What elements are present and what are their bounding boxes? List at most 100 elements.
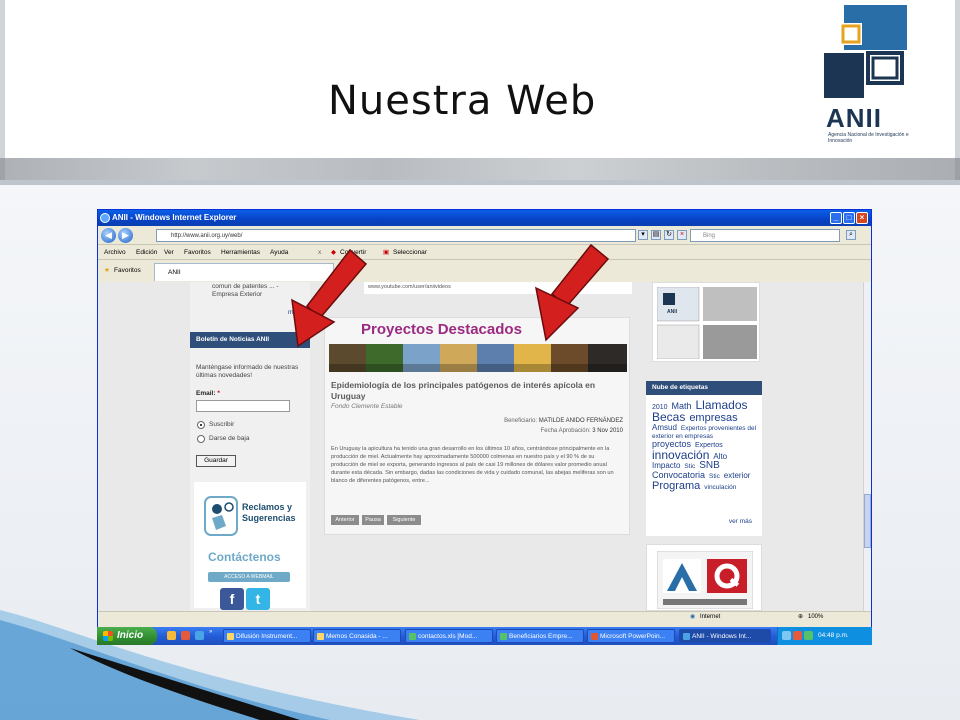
browser-window: ANII - Windows Internet Explorer _ □ × ◀…: [97, 209, 872, 645]
tray-security-icon[interactable]: [793, 631, 802, 640]
forward-icon[interactable]: ▶: [118, 228, 133, 243]
facebook-icon[interactable]: f: [220, 588, 244, 610]
tab-label: ANII: [168, 269, 181, 276]
previous-button[interactable]: Anterior: [331, 515, 359, 525]
search-input[interactable]: Bing: [690, 229, 840, 242]
tag-link[interactable]: Amsud: [652, 423, 677, 432]
quicklaunch-explorer-icon[interactable]: [167, 631, 176, 640]
right-column: ANII Nube de etiquetas 2010 Math Llamado…: [646, 282, 766, 611]
partner-logo-box[interactable]: [646, 544, 762, 611]
save-button[interactable]: Guardar: [196, 455, 236, 467]
email-field[interactable]: [196, 400, 290, 412]
webmail-button[interactable]: ACCESO A WEBMAIL: [208, 572, 290, 582]
logo-block-inner: [871, 56, 899, 80]
taskbar-item-label: Memos Conasida - ...: [326, 633, 388, 640]
menu-ver[interactable]: Ver: [164, 245, 174, 260]
left-column: comun de patentes ... - Empresa Exterior…: [190, 282, 310, 611]
taskbar-item-active[interactable]: ANII - Windows Int...: [679, 629, 771, 643]
newsletter-heading: Boletín de Noticias ANII: [190, 332, 310, 348]
reclamos-label: Reclamos y Sugerencias: [242, 502, 296, 523]
tag-link[interactable]: vinculación: [704, 484, 736, 491]
search-icon[interactable]: ⌕: [846, 230, 856, 240]
url-input[interactable]: http://www.anii.org.uy/web/: [156, 229, 636, 242]
pause-button[interactable]: Pausa: [362, 515, 384, 525]
back-icon[interactable]: ◀: [101, 228, 116, 243]
taskbar-item[interactable]: contactos.xls [Mod...: [405, 629, 493, 643]
menu-close-icon[interactable]: x: [318, 245, 321, 260]
quicklaunch-more-icon[interactable]: »: [209, 629, 212, 635]
quicklaunch-browser-icon[interactable]: [181, 631, 190, 640]
ie-icon: [100, 213, 110, 223]
email-label-text: Email:: [196, 390, 216, 397]
stop-icon[interactable]: ×: [677, 230, 687, 240]
taskbar-item-label: Beneficiarios Empre...: [509, 633, 573, 640]
taskbar-item[interactable]: Memos Conasida - ...: [313, 629, 401, 643]
publication-thumbnails[interactable]: ANII: [652, 282, 760, 362]
menu-ayuda[interactable]: Ayuda: [270, 245, 288, 260]
menu-herramientas[interactable]: Herramientas: [221, 245, 260, 260]
tag-link[interactable]: Stic: [684, 463, 695, 470]
youtube-link[interactable]: www.youtube.com/user/aniivideos: [364, 282, 632, 294]
compat-icon[interactable]: ▤: [651, 230, 661, 240]
partner-logo: [657, 551, 753, 609]
page-scrollbar[interactable]: [863, 282, 871, 611]
close-icon[interactable]: ×: [856, 212, 868, 224]
taskbar-item-icon: [591, 633, 598, 640]
tag-link[interactable]: Convocatoria: [652, 470, 705, 480]
taskbar-item[interactable]: Microsoft PowerPoin...: [587, 629, 675, 643]
tab-anii[interactable]: ANII: [154, 263, 334, 281]
dropdown-icon[interactable]: ▾: [638, 230, 648, 240]
tag-link[interactable]: exterior: [724, 471, 751, 480]
project-title[interactable]: Epidemiología de los principales patógen…: [331, 380, 625, 402]
star-icon: ★: [104, 267, 110, 274]
project-photo-strip: [329, 344, 627, 372]
logo-subtitle: Agencia Nacional de Investigación e Inno…: [828, 132, 909, 144]
tag-link[interactable]: Becas: [652, 410, 685, 424]
tag-link[interactable]: Programa: [652, 480, 700, 492]
window-titlebar[interactable]: ANII - Windows Internet Explorer _ □ ×: [98, 210, 871, 226]
search-placeholder: Bing: [703, 233, 716, 239]
convert-button[interactable]: Convertir: [340, 245, 366, 260]
refresh-icon[interactable]: ↻: [664, 230, 674, 240]
favorites-button[interactable]: Favoritos: [114, 260, 141, 282]
taskbar-item[interactable]: Difusión Instrument...: [223, 629, 311, 643]
select-button[interactable]: Seleccionar: [393, 245, 427, 260]
radio-suscribir[interactable]: [197, 421, 205, 429]
menu-edicion[interactable]: Edición: [136, 245, 157, 260]
twitter-icon[interactable]: t: [246, 588, 270, 610]
start-button[interactable]: Inicio: [97, 627, 157, 645]
radio-baja-label: Darse de baja: [209, 435, 250, 442]
quicklaunch-media-icon[interactable]: [195, 631, 204, 640]
taskbar-item[interactable]: Beneficiarios Empre...: [496, 629, 584, 643]
tray-network-icon[interactable]: [782, 631, 791, 640]
maximize-icon[interactable]: □: [843, 212, 855, 224]
favorites-bar: ★ Favoritos ANII: [98, 260, 871, 282]
next-button[interactable]: Siguiente: [387, 515, 421, 525]
scrollbar-thumb[interactable]: [864, 494, 871, 548]
radio-baja[interactable]: [197, 435, 205, 443]
zoom-level[interactable]: 100%: [808, 612, 823, 623]
status-bar: ◉ Internet ⊕ 100%: [98, 611, 871, 623]
logo-name: ANII: [826, 103, 882, 133]
contact-heading[interactable]: Contáctenos: [208, 550, 281, 564]
see-more-link[interactable]: ver más: [729, 518, 752, 526]
top-news-link[interactable]: comun de patentes ... - Empresa Exterior: [212, 283, 304, 299]
reclamos-box[interactable]: Reclamos y Sugerencias Contáctenos ACCES…: [194, 482, 306, 610]
taskbar-item-icon: [500, 633, 507, 640]
tag-cloud-heading: Nube de etiquetas: [646, 381, 762, 395]
project-fund: Fondo Clemente Estable: [331, 403, 403, 410]
taskbar-item-icon: [409, 633, 416, 640]
slide-header: Nuestra Web ANII Agencia Nacional de Inv…: [0, 0, 960, 185]
menu-archivo[interactable]: Archivo: [104, 245, 126, 260]
more-link[interactable]: m: [288, 309, 293, 316]
start-label: Inicio: [117, 630, 144, 641]
tag-link[interactable]: Llamados: [696, 398, 748, 412]
url-text: http://www.anii.org.uy/web/: [171, 233, 243, 239]
minimize-icon[interactable]: _: [830, 212, 842, 224]
menu-favoritos[interactable]: Favoritos: [184, 245, 211, 260]
tag-link[interactable]: Stic: [709, 473, 720, 480]
tray-volume-icon[interactable]: [804, 631, 813, 640]
tag-list: 2010 Math Llamados Becas empresas Amsud …: [652, 399, 756, 492]
slide-title: Nuestra Web: [328, 78, 597, 124]
tag-link[interactable]: empresas: [689, 412, 737, 424]
